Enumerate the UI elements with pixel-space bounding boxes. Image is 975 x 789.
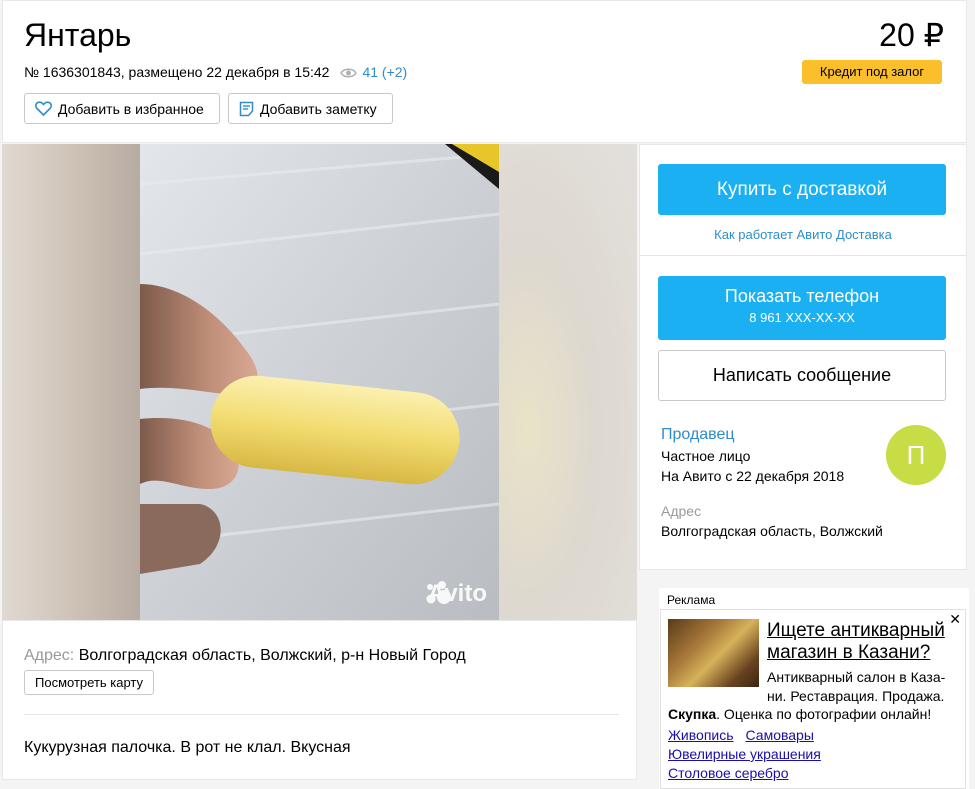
address-value: Волгоградская область, Волжский, р-н Нов… — [78, 647, 466, 664]
ad-text-rest: . Оценка по фотографии онлайн! — [716, 706, 932, 722]
note-icon — [239, 101, 254, 117]
phone-number: 8 961 XXX-XX-XX — [749, 310, 855, 325]
sidebar-address-value: Волгоградская область, Волжский — [661, 523, 883, 539]
address-line: Адрес: Волгоградская область, Волжский, … — [24, 647, 466, 665]
gallery-blur-left — [2, 144, 140, 620]
seller-avatar[interactable]: П — [886, 425, 946, 485]
add-favorite-label: Добавить в избранное — [58, 100, 204, 117]
ad-bold: Скупка — [668, 706, 717, 722]
ad-link[interactable]: Живопись — [668, 727, 734, 743]
ad-block: Реклама ✕ Ищете антикварный магазин в Ка… — [659, 588, 969, 789]
add-favorite-button[interactable]: Добавить в избранное — [24, 93, 220, 124]
ad-title[interactable]: Ищете антикварный магазин в Казани? — [767, 620, 962, 664]
views-count[interactable]: 41 (+2) — [362, 64, 407, 80]
seller-type: Частное лицо — [661, 448, 751, 464]
photo-illustration — [140, 144, 499, 620]
divider — [640, 255, 966, 256]
add-note-label: Добавить заметку — [260, 100, 377, 117]
sidebar-address-label: Адрес — [661, 503, 702, 519]
seller-link[interactable]: Продавец — [661, 426, 735, 444]
ad-link[interactable]: Столовое серебро — [668, 765, 789, 781]
ad-text-line: Скупка. Оценка по фотографии онлайн! — [668, 705, 963, 724]
ad-image[interactable] — [668, 619, 759, 687]
photo-gallery[interactable]: Avito — [2, 144, 637, 620]
item-photo[interactable]: Avito — [140, 144, 499, 620]
show-phone-button[interactable]: Показать телефон 8 961 XXX-XX-XX — [658, 276, 946, 340]
show-map-button[interactable]: Посмотреть карту — [24, 670, 155, 695]
add-note-button[interactable]: Добавить заметку — [228, 93, 393, 124]
show-phone-label: Показать телефон — [724, 286, 880, 306]
buy-with-delivery-button[interactable]: Купить с доставкой — [658, 164, 946, 215]
delivery-info-link[interactable]: Как работает Авито Доставка — [640, 227, 966, 242]
ad-links: Живопись Самовары Ювелирные украшения Сто… — [668, 726, 833, 783]
heart-icon — [35, 101, 52, 116]
ad-text: Антикварный салон в Каза-ни. Реставрация… — [767, 669, 946, 704]
ad-label: Реклама — [667, 593, 716, 607]
contact-sidebar: Купить с доставкой Как работает Авито До… — [639, 144, 967, 570]
item-title: Янтарь — [24, 17, 132, 53]
item-header: Янтарь № 1636301843, размещено 22 декабр… — [2, 0, 967, 143]
send-message-button[interactable]: Написать сообщение — [658, 350, 946, 401]
item-id-date: № 1636301843, размещено 22 декабря в 15:… — [24, 64, 330, 80]
address-label: Адрес: — [24, 647, 75, 664]
item-description: Кукурузная палочка. В рот не клал. Вкусн… — [24, 739, 351, 756]
address-panel: Адрес: Волгоградская область, Волжский, … — [2, 620, 637, 780]
divider — [24, 714, 619, 715]
item-price: 20 ₽ — [879, 17, 944, 53]
ad-link[interactable]: Ювелирные украшения — [668, 746, 821, 762]
gallery-blur-right — [499, 144, 637, 620]
seller-since: На Авито с 22 декабря 2018 — [661, 468, 845, 484]
avito-watermark: Avito — [424, 580, 487, 608]
ad-link[interactable]: Самовары — [746, 727, 814, 743]
credit-button[interactable]: Кредит под залог — [802, 60, 942, 84]
eye-icon — [340, 66, 358, 78]
item-meta: № 1636301843, размещено 22 декабря в 15:… — [24, 64, 407, 80]
ad-box[interactable]: ✕ Ищете антикварный магазин в Казани? Ан… — [660, 609, 966, 789]
